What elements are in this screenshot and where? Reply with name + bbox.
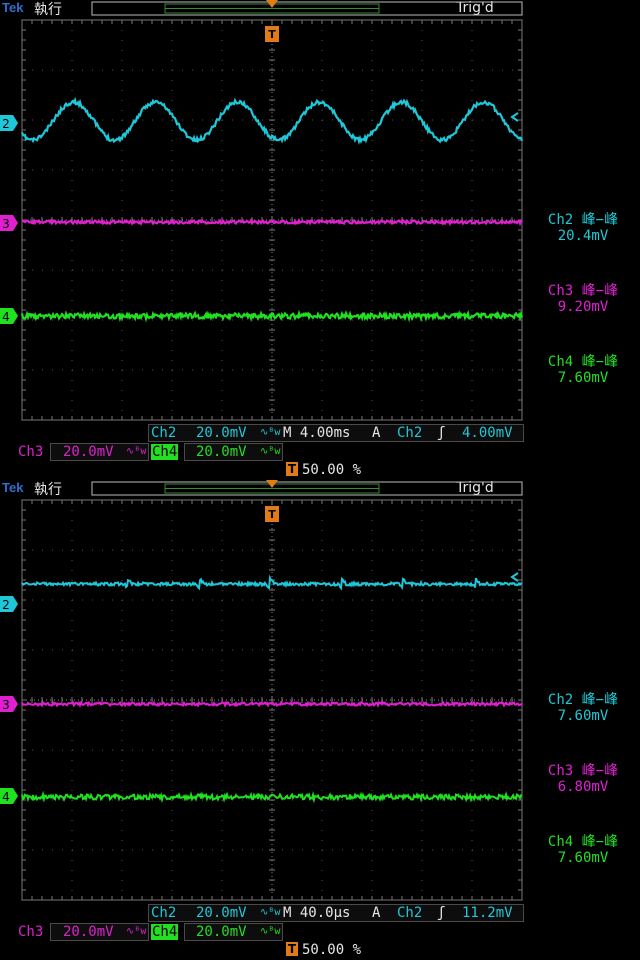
- trigger-mode: A: [372, 905, 381, 921]
- measurement-ch2-pk-pk: Ch2 峰−峰 7.60mV: [547, 692, 619, 724]
- timebase[interactable]: M 4.00ms: [283, 425, 350, 441]
- ch4-bw-limit-icon: ∿ᴮw: [260, 926, 281, 937]
- ch3-bw-limit-icon: ∿ᴮw: [126, 446, 147, 457]
- ch2-label: Ch2: [151, 905, 177, 921]
- timebase[interactable]: M 40.0µs: [283, 905, 350, 921]
- ch4-scale[interactable]: 20.0mV: [196, 444, 247, 460]
- trigger-position-value: 50.00 %: [302, 942, 362, 958]
- svg-text:2: 2: [2, 117, 10, 131]
- ch3-scale[interactable]: 20.0mV: [63, 444, 114, 460]
- trigger-slope-icon: ʃ: [437, 905, 446, 921]
- record-position-bar: [91, 481, 523, 496]
- trigger-position[interactable]: T 50.00 %: [286, 942, 361, 958]
- ch4-scale[interactable]: 20.0mV: [196, 924, 247, 940]
- ch4-bw-limit-icon: ∿ᴮw: [260, 446, 281, 457]
- svg-text:3: 3: [2, 217, 10, 231]
- trigger-source[interactable]: Ch2: [397, 905, 422, 921]
- trigger-position-value: 50.00 %: [302, 462, 362, 478]
- trigger-position[interactable]: T 50.00 %: [286, 462, 361, 478]
- trigger-marker-label: T: [268, 28, 276, 41]
- svg-text:4: 4: [2, 310, 10, 324]
- ch3-ground-marker[interactable]: 3: [0, 215, 18, 231]
- trigger-level-arrow-icon: [510, 572, 519, 582]
- ch3-ground-marker[interactable]: 3: [0, 696, 18, 712]
- ch4-label: Ch4: [151, 924, 179, 940]
- trigger-level[interactable]: 11.2mV: [462, 905, 513, 921]
- svg-text:2: 2: [2, 598, 10, 612]
- ch2-bw-limit-icon: ∿ᴮw: [260, 427, 281, 438]
- scope-screen-1: Tek 執行 Trig'd T 2 3 4 Ch2 峰−峰 20.4mV Ch3…: [0, 0, 640, 480]
- measurement-ch4-pk-pk: Ch4 峰−峰 7.60mV: [547, 834, 619, 866]
- graticule-grid: [21, 499, 523, 901]
- ch2-scale[interactable]: 20.0mV: [196, 905, 247, 921]
- trigger-marker-label: T: [268, 508, 276, 521]
- ch2-waveform: [21, 574, 523, 591]
- ch3-label: Ch3: [18, 444, 44, 460]
- trigger-source[interactable]: Ch2: [397, 425, 422, 441]
- ch4-waveform: [20, 309, 524, 323]
- trigger-position-icon: T: [286, 942, 298, 956]
- ch2-ground-marker[interactable]: 2: [0, 115, 18, 131]
- scope-screen-2: Tek 執行 Trig'd T 2 3 4 Ch2 峰−峰 7.60mV Ch3…: [0, 480, 640, 960]
- ch3-bw-limit-icon: ∿ᴮw: [126, 926, 147, 937]
- ch4-ground-marker[interactable]: 4: [0, 308, 18, 324]
- ch2-bw-limit-icon: ∿ᴮw: [260, 907, 281, 918]
- measurement-ch4-pk-pk: Ch4 峰−峰 7.60mV: [547, 354, 619, 386]
- measurement-ch3-pk-pk: Ch3 峰−峰 6.80mV: [547, 763, 619, 795]
- trigger-mode: A: [372, 425, 381, 441]
- measurement-ch3-pk-pk: Ch3 峰−峰 9.20mV: [547, 283, 619, 315]
- ch4-label: Ch4: [151, 444, 179, 460]
- ch2-scale[interactable]: 20.0mV: [196, 425, 247, 441]
- ch3-label: Ch3: [18, 924, 44, 940]
- ch2-ground-marker[interactable]: 2: [0, 596, 18, 612]
- record-position-bar: [91, 1, 523, 16]
- ch3-scale[interactable]: 20.0mV: [63, 924, 114, 940]
- svg-text:4: 4: [2, 790, 10, 804]
- trigger-slope-icon: ʃ: [437, 425, 446, 441]
- ch4-ground-marker[interactable]: 4: [0, 788, 18, 804]
- measurement-ch2-pk-pk: Ch2 峰−峰 20.4mV: [547, 212, 619, 244]
- svg-text:3: 3: [2, 698, 10, 712]
- trigger-level[interactable]: 4.00mV: [462, 425, 513, 441]
- ch2-label: Ch2: [151, 425, 177, 441]
- trigger-position-icon: T: [286, 462, 298, 476]
